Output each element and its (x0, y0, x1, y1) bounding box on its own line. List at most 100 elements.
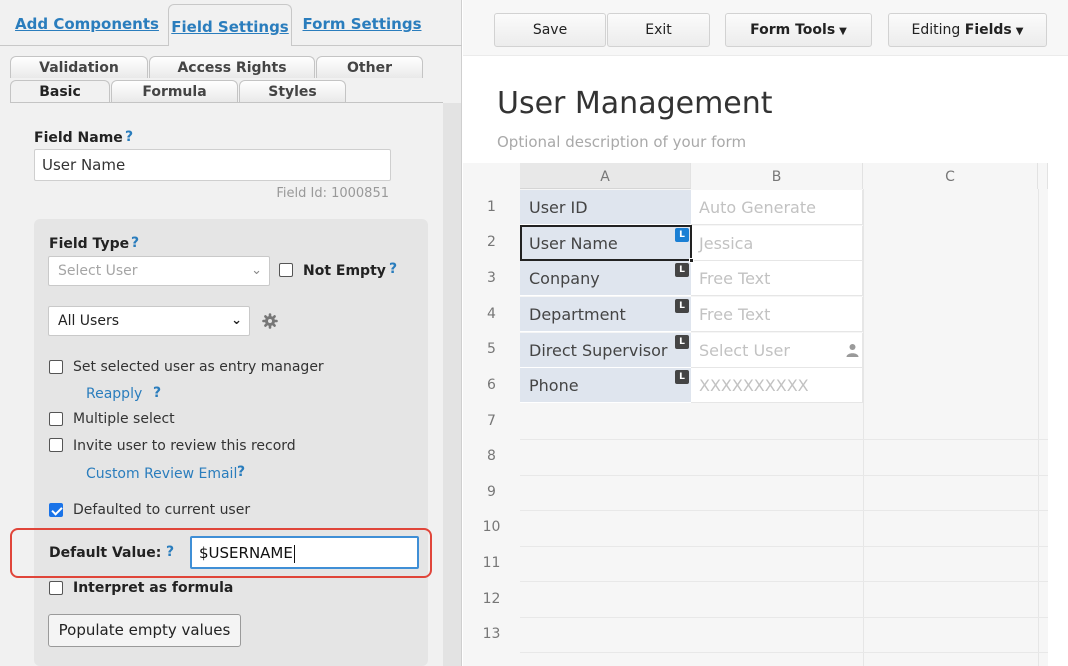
subtab-other[interactable]: Other (316, 56, 423, 78)
row-number: 10 (482, 519, 501, 535)
row-number: 6 (487, 377, 496, 393)
default-value-input[interactable]: $USERNAME (190, 536, 419, 569)
row-number: 12 (482, 591, 501, 607)
row-number: 2 (487, 234, 496, 250)
grid-row-line (520, 617, 1048, 618)
reapply-help-icon[interactable]: ? (153, 385, 161, 401)
not-empty-checkbox[interactable] (279, 263, 293, 277)
form-grid: A B C 1 2 3 4 5 6 7 8 9 10 11 12 13 User… (463, 163, 1048, 666)
field-settings-panel: Add Components Field Settings Form Setti… (0, 0, 462, 666)
field-name-help-icon[interactable]: ? (125, 129, 133, 145)
label-badge-icon: L (675, 299, 689, 313)
subtab-formula[interactable]: Formula (111, 80, 238, 102)
field-type-help-icon[interactable]: ? (131, 235, 139, 251)
tabs-divider-gap (169, 45, 291, 46)
caret-down-icon: ▼ (839, 26, 847, 37)
editing-mode-value: Fields (964, 22, 1012, 38)
grid-row-line (520, 546, 1048, 547)
default-value-text: $USERNAME (199, 544, 293, 562)
selected-cell-outline (520, 225, 692, 261)
interpret-formula-checkbox[interactable] (49, 581, 63, 595)
subtab-access-rights[interactable]: Access Rights (149, 56, 315, 78)
subtab-divider (10, 102, 443, 103)
reapply-link[interactable]: Reapply (86, 386, 142, 402)
tab-form-settings[interactable]: Form Settings (300, 0, 424, 46)
field-label-cell-user-id[interactable]: User ID (520, 190, 691, 225)
field-input-cell-user-name[interactable]: Jessica (691, 226, 863, 261)
chevron-down-icon: ⌄ (251, 263, 262, 278)
row-number: 5 (487, 341, 496, 357)
settings-scrollbar[interactable] (443, 103, 461, 666)
field-name-input[interactable]: User Name (34, 149, 391, 181)
editing-prefix: Editing (911, 22, 961, 38)
users-scope-select[interactable]: All Users ⌄ (48, 306, 250, 336)
field-label-cell-department[interactable]: Department (520, 297, 691, 332)
row-number: 4 (487, 306, 496, 322)
multiple-select-label: Multiple select (73, 411, 175, 427)
subtab-basic[interactable]: Basic (10, 80, 110, 102)
form-tools-label: Form Tools (750, 22, 836, 38)
field-type-select[interactable]: Select User ⌄ (48, 256, 270, 286)
grid-row-line (520, 439, 1048, 440)
field-input-cell-department[interactable]: Free Text (691, 297, 863, 332)
grid-row-line (520, 652, 1048, 653)
interpret-formula-label: Interpret as formula (73, 580, 234, 596)
field-label-cell-direct-supervisor[interactable]: Direct Supervisor (520, 333, 691, 368)
field-input-cell-phone[interactable]: XXXXXXXXXX (691, 368, 863, 403)
chevron-down-icon: ⌄ (231, 313, 242, 328)
column-header-a[interactable]: A (520, 163, 691, 189)
gear-icon[interactable] (262, 313, 278, 329)
editing-mode-button[interactable]: Editing Fields ▼ (888, 13, 1047, 47)
person-icon (846, 344, 859, 357)
invite-review-checkbox[interactable] (49, 438, 63, 452)
not-empty-help-icon[interactable]: ? (389, 261, 397, 277)
field-label-cell-company[interactable]: Conpany (520, 261, 691, 296)
set-entry-manager-checkbox[interactable] (49, 360, 63, 374)
row-number: 7 (487, 413, 496, 429)
label-badge-icon: L (675, 335, 689, 349)
tab-field-settings[interactable]: Field Settings (168, 4, 292, 46)
row-number: 13 (482, 626, 501, 642)
row-number: 11 (482, 555, 501, 571)
label-badge-icon: L (675, 370, 689, 384)
custom-review-email-help-icon[interactable]: ? (237, 464, 245, 480)
grid-row-line (520, 581, 1048, 582)
row-number: 3 (487, 270, 496, 286)
column-header-c[interactable]: C (863, 163, 1038, 189)
form-title[interactable]: User Management (497, 86, 773, 121)
not-empty-label: Not Empty (303, 263, 386, 279)
row-number: 9 (487, 484, 496, 500)
defaulted-current-user-label: Defaulted to current user (73, 502, 251, 518)
field-input-cell-company[interactable]: Free Text (691, 261, 863, 296)
form-description[interactable]: Optional description of your form (497, 133, 746, 151)
form-tools-button[interactable]: Form Tools ▼ (725, 13, 872, 47)
fill-handle[interactable] (689, 258, 694, 263)
tab-add-components[interactable]: Add Components (12, 0, 162, 46)
column-header-d[interactable] (1038, 163, 1048, 189)
defaulted-current-user-checkbox[interactable] (49, 503, 63, 517)
subtab-styles[interactable]: Styles (239, 80, 346, 102)
set-entry-manager-label: Set selected user as entry manager (73, 359, 324, 375)
field-input-cell-user-id[interactable]: Auto Generate (691, 190, 863, 225)
caret-down-icon: ▼ (1015, 26, 1024, 37)
default-value-help-icon[interactable]: ? (166, 544, 174, 560)
field-type-label: Field Type (49, 236, 130, 252)
column-header-b[interactable]: B (691, 163, 863, 189)
users-scope-value: All Users (58, 313, 120, 329)
field-id-text: Field Id: 1000851 (276, 186, 389, 201)
default-value-label: Default Value: (49, 545, 162, 561)
save-button[interactable]: Save (494, 13, 606, 47)
row-number: 8 (487, 448, 496, 464)
multiple-select-checkbox[interactable] (49, 412, 63, 426)
invite-review-label: Invite user to review this record (73, 438, 296, 454)
grid-column-line (1038, 189, 1039, 666)
custom-review-email-link[interactable]: Custom Review Email (86, 466, 237, 482)
row-number: 1 (487, 199, 496, 215)
field-input-cell-direct-supervisor[interactable]: Select User (691, 333, 863, 368)
subtab-validation[interactable]: Validation (10, 56, 148, 78)
exit-button[interactable]: Exit (607, 13, 710, 47)
grid-column-line (863, 189, 864, 666)
field-label-cell-phone[interactable]: Phone (520, 368, 691, 403)
populate-empty-values-button[interactable]: Populate empty values (48, 614, 241, 647)
grid-row-line (520, 475, 1048, 476)
